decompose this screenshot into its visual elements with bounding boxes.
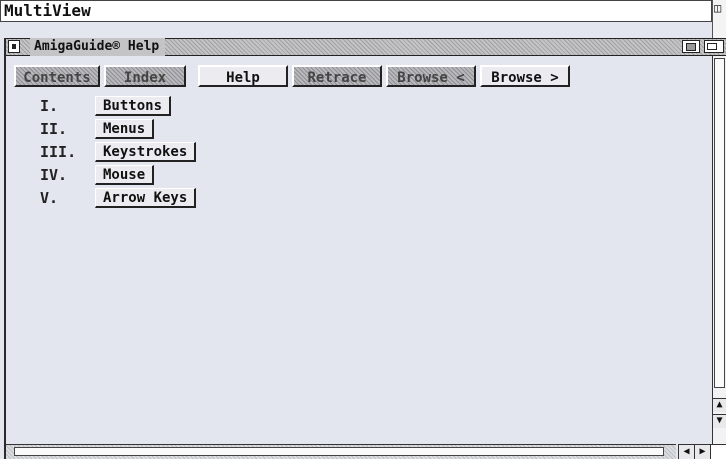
list-numeral: IV. (40, 166, 68, 184)
help-button[interactable]: Help (198, 65, 288, 87)
depth-arrange-icon[interactable] (704, 40, 724, 53)
close-icon[interactable] (8, 40, 20, 53)
list-numeral: V. (40, 189, 59, 207)
list-numeral: I. (40, 97, 59, 115)
list-numeral: II. (40, 120, 68, 138)
retrace-button[interactable]: Retrace (292, 65, 382, 87)
browse-prev-button[interactable]: Browse < (386, 65, 476, 87)
scroll-left-icon[interactable]: ◀ (678, 444, 694, 459)
contents-button[interactable]: Contents (14, 65, 100, 87)
list-numeral: III. (40, 143, 77, 161)
vertical-scroll-knob[interactable] (714, 58, 725, 388)
screen-depth-gadget[interactable]: ◫ (712, 0, 726, 38)
scroll-right-icon[interactable]: ▶ (694, 444, 710, 459)
scroll-up-icon[interactable]: ▲ (712, 398, 726, 412)
screen-title-bar: MultiView (0, 0, 712, 22)
horizontal-scrollbar[interactable] (6, 444, 676, 459)
arrow-keys-link[interactable]: Arrow Keys (95, 188, 197, 208)
mouse-link[interactable]: Mouse (95, 165, 155, 185)
scroll-down-icon[interactable]: ▼ (712, 414, 726, 428)
window-title: AmigaGuide® Help (30, 38, 166, 56)
horizontal-scroll-knob[interactable] (14, 447, 664, 456)
vertical-scrollbar[interactable] (712, 56, 726, 444)
screen-depth-icon: ◫ (714, 1, 722, 15)
zoom-icon[interactable] (682, 40, 700, 53)
index-button[interactable]: Index (104, 65, 186, 87)
menus-link[interactable]: Menus (95, 119, 155, 139)
keystrokes-link[interactable]: Keystrokes (95, 142, 197, 162)
buttons-link[interactable]: Buttons (95, 96, 172, 116)
browse-next-button[interactable]: Browse > (480, 65, 570, 87)
resize-icon[interactable] (710, 444, 726, 459)
